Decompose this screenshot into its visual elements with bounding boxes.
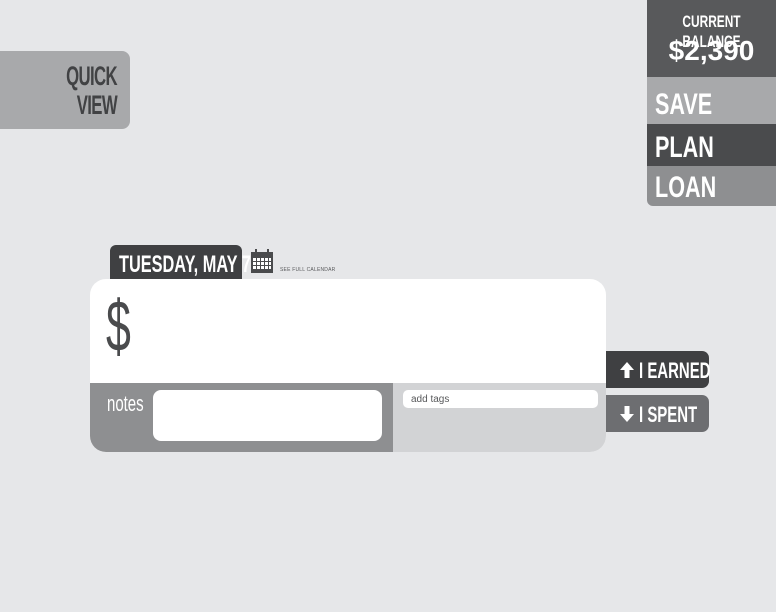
spent-button[interactable]: I SPENT xyxy=(606,395,709,432)
date-tab: TUESDAY, MAY 7 xyxy=(110,245,251,279)
notes-label: notes xyxy=(107,391,144,416)
balance-value: $2,390 xyxy=(668,35,755,66)
notes-section: notes xyxy=(90,383,393,452)
nav-loan-label: LOAN xyxy=(655,171,717,204)
calendar-icon[interactable] xyxy=(250,248,274,274)
tags-input[interactable] xyxy=(403,390,598,408)
quick-view-label-line2: VIEW xyxy=(76,90,118,120)
nav-save[interactable]: SAVE xyxy=(647,77,776,124)
quick-view-tab[interactable]: QUICK VIEW xyxy=(0,51,130,129)
entry-card: $ notes xyxy=(90,279,606,452)
spent-label: I SPENT xyxy=(639,402,698,427)
nav-plan[interactable]: PLAN xyxy=(647,124,776,166)
nav-loan[interactable]: LOAN xyxy=(647,166,776,206)
nav-plan-label: PLAN xyxy=(655,131,714,164)
earned-label: I EARNED xyxy=(639,358,711,383)
arrow-down-icon xyxy=(620,406,634,422)
amount-input[interactable] xyxy=(150,293,594,365)
tags-section xyxy=(393,383,606,452)
date-label: TUESDAY, MAY 7 xyxy=(119,251,251,278)
quick-view-label-line1: QUICK xyxy=(66,61,117,91)
notes-input[interactable] xyxy=(153,390,382,441)
currency-symbol: $ xyxy=(106,287,131,367)
arrow-up-icon xyxy=(620,362,634,378)
current-balance-panel: CURRENT BALANCE $2,390 xyxy=(647,0,776,77)
earned-button[interactable]: I EARNED xyxy=(606,351,711,388)
see-full-calendar-link[interactable]: SEE FULL CALENDAR xyxy=(280,267,335,273)
